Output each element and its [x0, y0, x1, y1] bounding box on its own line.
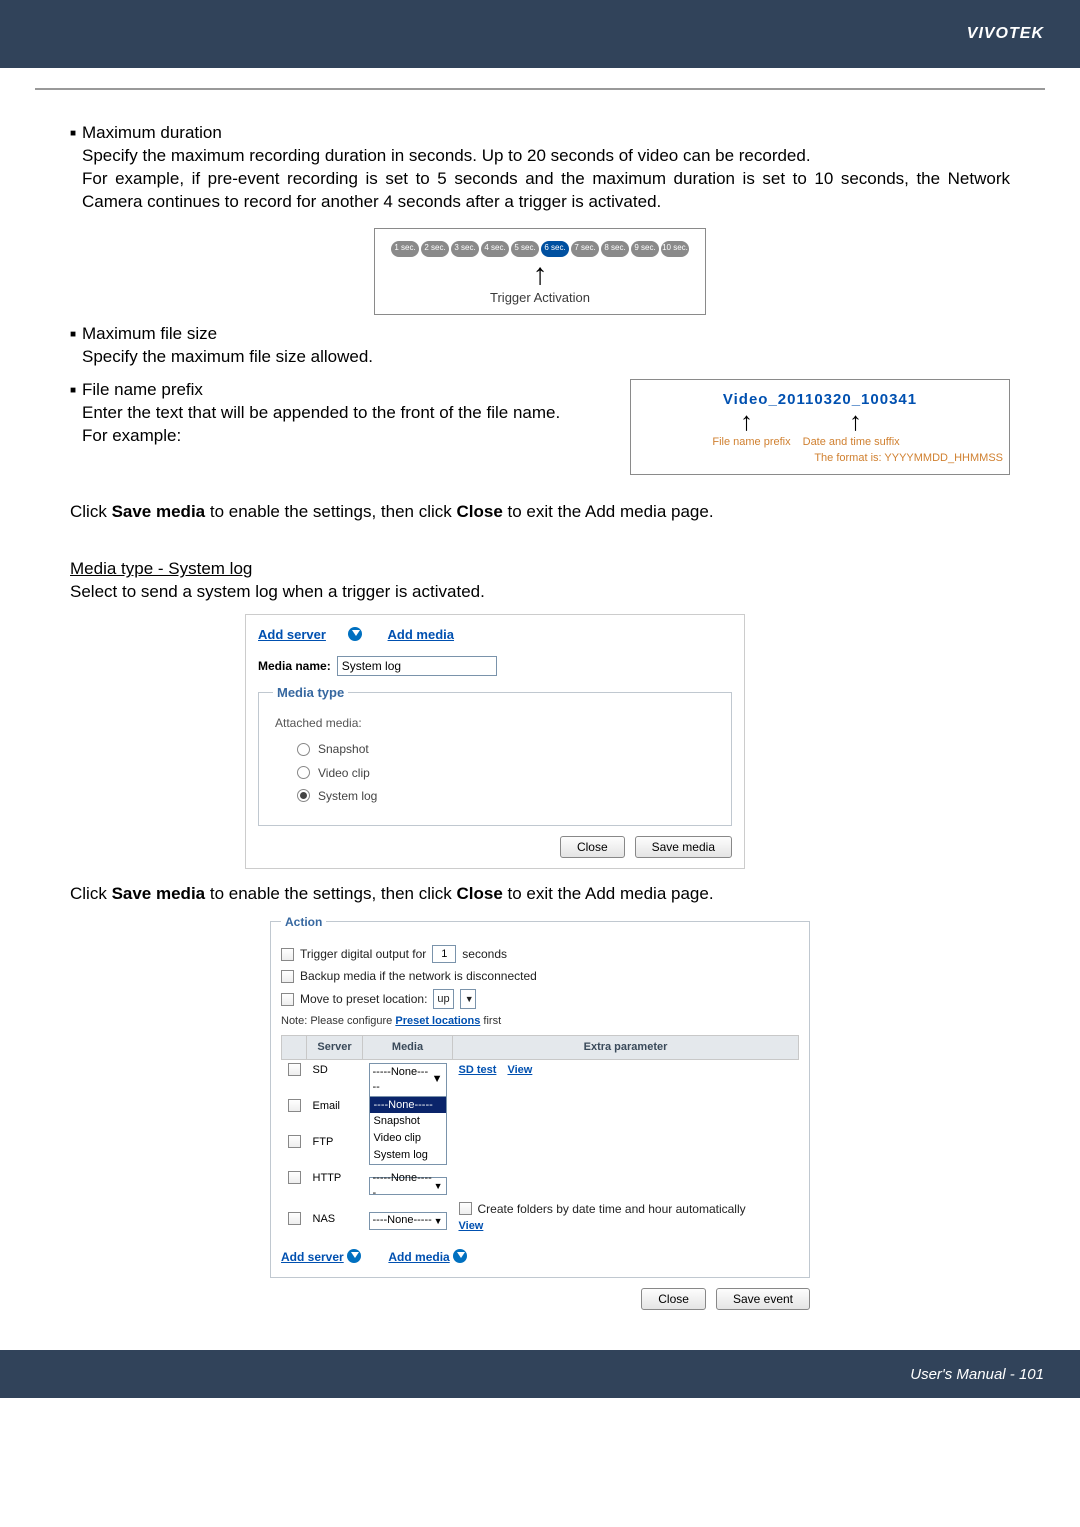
- action-legend: Action: [281, 914, 326, 930]
- save-media-button[interactable]: Save media: [635, 836, 732, 858]
- page-body: Maximum duration Specify the maximum rec…: [70, 90, 1010, 1310]
- table-row: HTTP -----None-----▼: [282, 1168, 799, 1198]
- filename-example-box: Video_20110320_100341 ↑ ↑ File name pref…: [630, 379, 1010, 475]
- th-extra: Extra parameter: [453, 1036, 799, 1060]
- table-row: SD -----None-----▼ ----None----- Snapsho…: [282, 1059, 799, 1096]
- checkbox-server-nas[interactable]: [288, 1212, 301, 1225]
- timeline-pill: 1 sec.: [391, 241, 419, 257]
- label-format: The format is: YYYYMMDD_HHMMSS: [637, 451, 1003, 466]
- timeline-pill: 9 sec.: [631, 241, 659, 257]
- th-server: Server: [307, 1036, 363, 1060]
- max-duration-title: Maximum duration: [82, 122, 222, 145]
- label-file-prefix: File name prefix: [712, 435, 790, 450]
- checkbox-server-http[interactable]: [288, 1171, 301, 1184]
- arrow-up-icon: ↑: [385, 263, 695, 287]
- filename-prefix-row: File name prefix Enter the text that wil…: [70, 379, 1010, 475]
- dropdown-icon[interactable]: [348, 627, 362, 641]
- save-media-instruction-2: Click Save media to enable the settings,…: [70, 883, 1010, 906]
- add-media-link[interactable]: Add media: [388, 627, 454, 642]
- media-type-fieldset: Media type Attached media: Snapshot Vide…: [258, 684, 732, 826]
- systemlog-body: Select to send a system log when a trigg…: [70, 581, 1010, 604]
- attached-media-label: Attached media:: [275, 715, 717, 731]
- preset-location-select[interactable]: up: [433, 989, 453, 1009]
- save-media-instruction-1: Click Save media to enable the settings,…: [70, 501, 1010, 524]
- checkbox-server-email[interactable]: [288, 1099, 301, 1112]
- media-select-sd-open[interactable]: -----None-----▼ ----None----- Snapshot V…: [369, 1063, 447, 1165]
- checkbox-trigger-output[interactable]: [281, 948, 294, 961]
- timeline-pill: 8 sec.: [601, 241, 629, 257]
- table-row: Email: [282, 1096, 799, 1132]
- preset-locations-link[interactable]: Preset locations: [395, 1015, 480, 1027]
- action-panel: Action Trigger digital output for second…: [270, 914, 810, 1310]
- save-event-button[interactable]: Save event: [716, 1288, 810, 1310]
- header-bar: VIVOTEK: [0, 0, 1080, 68]
- radio-systemlog[interactable]: [297, 789, 310, 802]
- table-row: NAS ----None-----▼ Create folders by dat…: [282, 1198, 799, 1237]
- media-select-http[interactable]: -----None-----▼: [369, 1177, 447, 1195]
- radio-videoclip[interactable]: [297, 766, 310, 779]
- label-datetime-suffix: Date and time suffix: [803, 435, 900, 450]
- media-name-input[interactable]: [337, 656, 497, 676]
- add-server-link[interactable]: Add server: [258, 627, 326, 642]
- timeline-diagram: 1 sec.2 sec.3 sec.4 sec.5 sec.6 sec.7 se…: [374, 228, 706, 316]
- close-button[interactable]: Close: [560, 836, 625, 858]
- add-media-link-2[interactable]: Add media: [388, 1250, 449, 1264]
- arrow-up-icon: ↑: [740, 412, 753, 430]
- radio-snapshot[interactable]: [297, 743, 310, 756]
- prefix-title: File name prefix: [82, 379, 203, 402]
- prefix-line1: Enter the text that will be appended to …: [82, 402, 610, 425]
- timeline-caption: Trigger Activation: [385, 289, 695, 307]
- max-filesize-section: Maximum file size Specify the maximum fi…: [70, 323, 1010, 369]
- sd-test-link[interactable]: SD test: [459, 1064, 497, 1076]
- timeline-pill: 6 sec.: [541, 241, 569, 257]
- bullet-icon: [70, 379, 82, 402]
- dropdown-icon[interactable]: [453, 1249, 467, 1263]
- timeline-pill: 2 sec.: [421, 241, 449, 257]
- th-blank: [282, 1036, 307, 1060]
- media-name-label: Media name:: [258, 658, 331, 674]
- select-arrow[interactable]: ▼: [460, 989, 476, 1009]
- bullet-icon: [70, 122, 82, 145]
- timeline-pill: 7 sec.: [571, 241, 599, 257]
- systemlog-heading: Media type - System log: [70, 558, 1010, 581]
- checkbox-server-ftp[interactable]: [288, 1135, 301, 1148]
- close-event-button[interactable]: Close: [641, 1288, 706, 1310]
- arrow-up-icon: ↑: [849, 412, 862, 430]
- brand-label: VIVOTEK: [967, 25, 1044, 43]
- preset-note: Note: Please configure Preset locations …: [281, 1014, 799, 1029]
- timeline-pill: 4 sec.: [481, 241, 509, 257]
- max-filesize-body: Specify the maximum file size allowed.: [82, 346, 1010, 369]
- prefix-line2: For example:: [82, 425, 610, 448]
- table-row: FTP: [282, 1132, 799, 1168]
- dropdown-option[interactable]: Video clip: [370, 1130, 446, 1147]
- dropdown-option[interactable]: System log: [370, 1147, 446, 1164]
- example-filename: Video_20110320_100341: [637, 390, 1003, 410]
- duration-seconds-input[interactable]: [432, 945, 456, 963]
- footer-label: User's Manual - 101: [910, 1366, 1044, 1383]
- add-media-panel: Add server Add media Media name: Media t…: [245, 614, 745, 869]
- footer-bar: User's Manual - 101: [0, 1350, 1080, 1398]
- timeline-pill: 10 sec.: [661, 241, 689, 257]
- server-table: Server Media Extra parameter SD -----Non…: [281, 1035, 799, 1237]
- media-type-legend: Media type: [273, 684, 348, 702]
- max-duration-section: Maximum duration Specify the maximum rec…: [70, 122, 1010, 214]
- max-duration-line1: Specify the maximum recording duration i…: [82, 145, 1010, 168]
- media-select-nas[interactable]: ----None-----▼: [369, 1212, 447, 1230]
- nas-view-link[interactable]: View: [459, 1220, 484, 1232]
- dropdown-option[interactable]: Snapshot: [370, 1113, 446, 1130]
- checkbox-move-preset[interactable]: [281, 993, 294, 1006]
- timeline-pill: 5 sec.: [511, 241, 539, 257]
- sd-view-link[interactable]: View: [507, 1064, 532, 1076]
- bullet-icon: [70, 323, 82, 346]
- checkbox-create-folders[interactable]: [459, 1202, 472, 1215]
- checkbox-server-sd[interactable]: [288, 1063, 301, 1076]
- max-duration-line2: For example, if pre-event recording is s…: [82, 168, 1010, 214]
- add-server-link-2[interactable]: Add server: [281, 1250, 344, 1264]
- checkbox-backup-media[interactable]: [281, 970, 294, 983]
- dropdown-option[interactable]: ----None-----: [370, 1097, 446, 1114]
- th-media: Media: [363, 1036, 453, 1060]
- timeline-pill: 3 sec.: [451, 241, 479, 257]
- dropdown-icon[interactable]: [347, 1249, 361, 1263]
- max-filesize-title: Maximum file size: [82, 323, 217, 346]
